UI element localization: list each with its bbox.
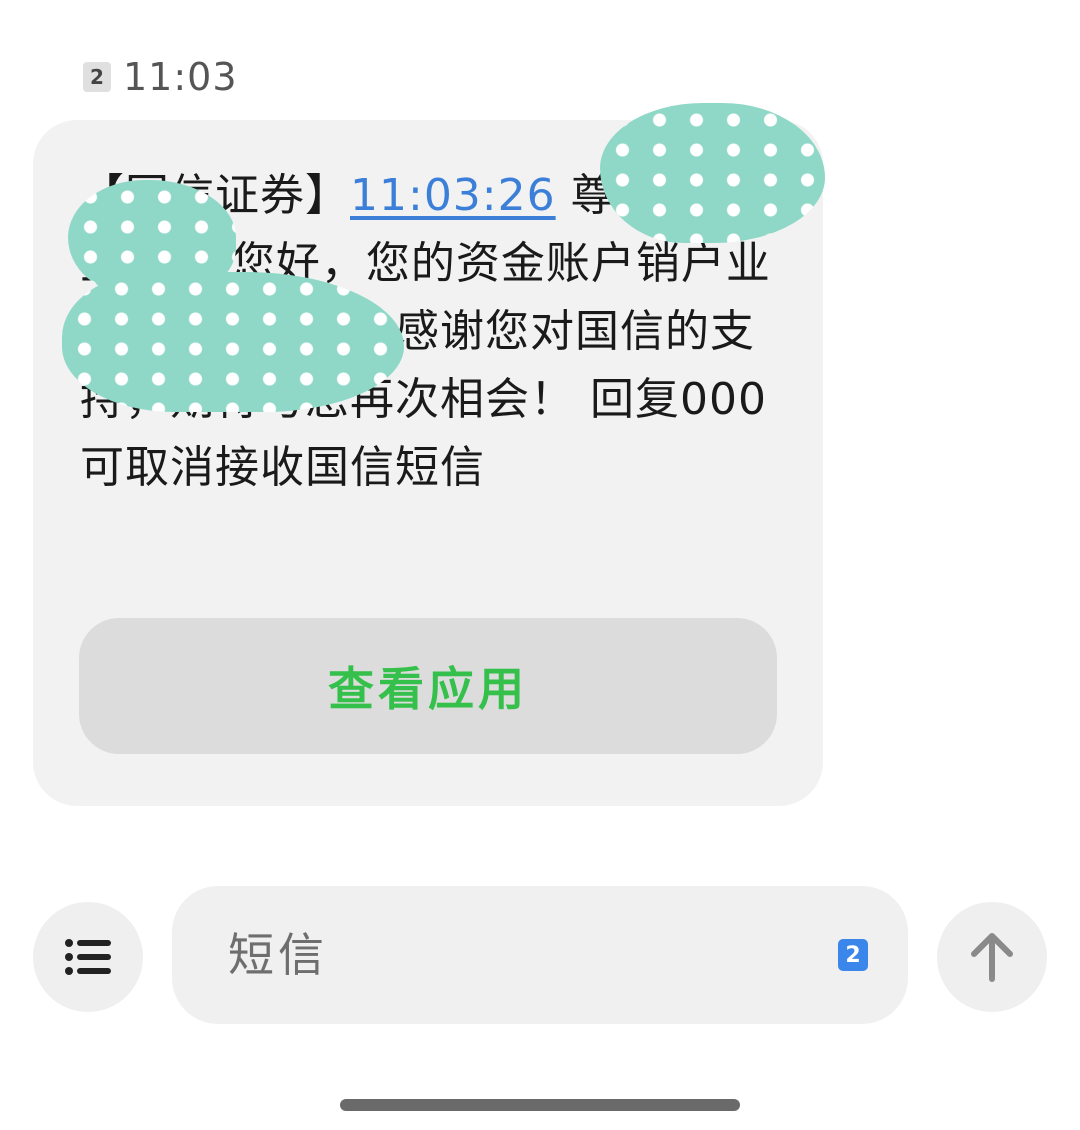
arrow-up-icon xyxy=(971,933,1013,982)
message-input-placeholder: 短信 xyxy=(228,928,328,982)
message-timestamp: 11:03 xyxy=(123,55,238,99)
message-header: 2 11:03 xyxy=(83,55,238,99)
view-app-button[interactable]: 查看应用 xyxy=(79,618,777,754)
redaction-mark xyxy=(600,103,825,243)
send-button[interactable] xyxy=(937,902,1047,1012)
sim-card-badge: 2 xyxy=(83,62,111,92)
home-indicator[interactable] xyxy=(340,1099,740,1111)
message-time-link[interactable]: 11:03:26 xyxy=(350,170,556,221)
sim-select-indicator[interactable]: 2 xyxy=(838,939,868,971)
menu-button[interactable] xyxy=(33,902,143,1012)
message-input[interactable]: 短信 2 xyxy=(172,886,908,1024)
redaction-mark xyxy=(62,272,404,412)
list-icon xyxy=(65,939,111,975)
